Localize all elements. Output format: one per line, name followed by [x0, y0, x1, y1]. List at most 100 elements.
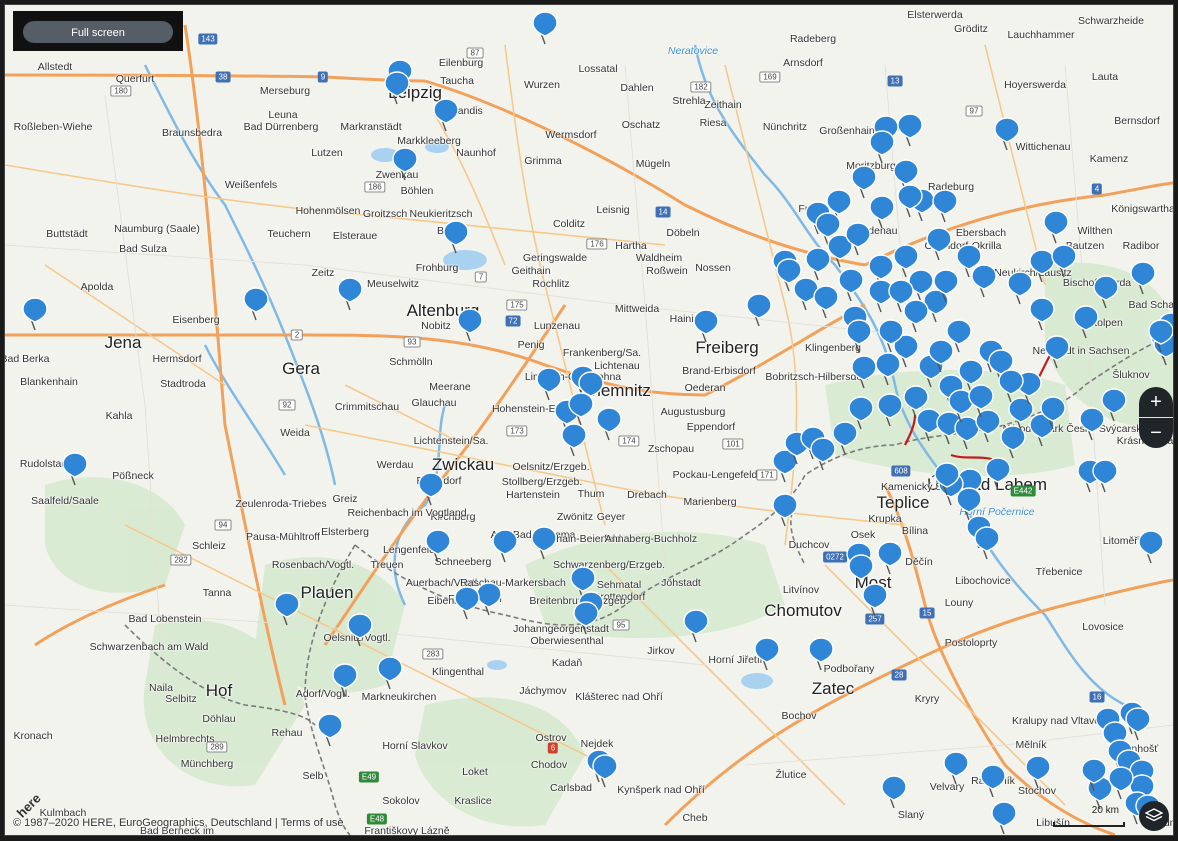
map-pin-marker[interactable] — [1130, 261, 1156, 295]
map-pin-marker[interactable] — [592, 754, 618, 788]
map-pin-marker[interactable] — [568, 392, 594, 426]
map-pin-marker[interactable] — [985, 457, 1011, 491]
map-pin-icon — [425, 529, 451, 563]
map-pin-icon — [418, 472, 444, 506]
map-pin-marker[interactable] — [1148, 319, 1173, 353]
map-pin-marker[interactable] — [425, 529, 451, 563]
fullscreen-button[interactable]: Full screen — [23, 21, 173, 43]
map-pin-marker[interactable] — [1125, 707, 1151, 741]
map-pin-icon — [968, 384, 994, 418]
map-pin-marker[interactable] — [851, 355, 877, 389]
map-pin-marker[interactable] — [573, 601, 599, 635]
map-pin-marker[interactable] — [1040, 396, 1066, 430]
map-pin-marker[interactable] — [596, 407, 622, 441]
map-pin-marker[interactable] — [881, 775, 907, 809]
map-pin-marker[interactable] — [337, 277, 363, 311]
map-pin-marker[interactable] — [22, 297, 48, 331]
map-pin-marker[interactable] — [274, 592, 300, 626]
map-pin-marker[interactable] — [1081, 758, 1107, 792]
map-pin-icon — [862, 583, 888, 617]
map-pin-marker[interactable] — [897, 113, 923, 147]
route-shield: 97 — [965, 105, 983, 117]
map-pin-marker[interactable] — [332, 663, 358, 697]
map-pin-marker[interactable] — [384, 71, 410, 105]
map-pin-marker[interactable] — [693, 309, 719, 343]
map-pin-marker[interactable] — [1044, 335, 1070, 369]
map-pin-marker[interactable] — [443, 220, 469, 254]
map-pin-marker[interactable] — [869, 195, 895, 229]
map-pin-marker[interactable] — [1138, 530, 1164, 564]
map-pin-icon — [851, 355, 877, 389]
map-pin-marker[interactable] — [243, 287, 269, 321]
map-pin-marker[interactable] — [1093, 275, 1119, 309]
map-pin-marker[interactable] — [1025, 755, 1051, 789]
map-pin-marker[interactable] — [943, 751, 969, 785]
map-pin-marker[interactable] — [845, 222, 871, 256]
zoom-in-button[interactable]: + — [1139, 387, 1173, 417]
map-pin-marker[interactable] — [561, 423, 587, 457]
map-pin-marker[interactable] — [683, 609, 709, 643]
map-pin-marker[interactable] — [392, 147, 418, 181]
map-pin-marker[interactable] — [317, 713, 343, 747]
map-pin-marker[interactable] — [888, 279, 914, 313]
map-pin-icon — [991, 801, 1017, 835]
map-pin-marker[interactable] — [377, 656, 403, 690]
map-pin-marker[interactable] — [980, 764, 1006, 798]
map-pin-icon — [531, 526, 557, 560]
map-pin-marker[interactable] — [746, 293, 772, 327]
map-pin-marker[interactable] — [877, 393, 903, 427]
map-pin-marker[interactable] — [813, 285, 839, 319]
map-pin-icon — [943, 751, 969, 785]
map-pin-marker[interactable] — [897, 184, 923, 218]
map-pin-icon — [536, 367, 562, 401]
map-pin-marker[interactable] — [531, 526, 557, 560]
map-pin-marker[interactable] — [893, 244, 919, 278]
map-pin-marker[interactable] — [536, 367, 562, 401]
map-pin-marker[interactable] — [991, 801, 1017, 835]
map-pin-marker[interactable] — [998, 369, 1024, 403]
copyright-text[interactable]: © 1987–2020 HERE, EuroGeographics, Deuts… — [13, 817, 344, 829]
map-pin-marker[interactable] — [457, 308, 483, 342]
map-pin-icon — [932, 189, 958, 223]
map-pin-marker[interactable] — [877, 541, 903, 575]
map-pin-marker[interactable] — [878, 319, 904, 353]
map-pin-marker[interactable] — [933, 269, 959, 303]
map-pin-marker[interactable] — [532, 11, 558, 45]
map-pin-marker[interactable] — [1043, 210, 1069, 244]
map-pin-marker[interactable] — [433, 98, 459, 132]
map-pin-marker[interactable] — [932, 189, 958, 223]
map-pin-marker[interactable] — [1073, 305, 1099, 339]
map-pin-marker[interactable] — [754, 637, 780, 671]
map-pin-marker[interactable] — [454, 586, 480, 620]
route-shield: 283 — [422, 648, 444, 660]
map-pin-marker[interactable] — [772, 493, 798, 527]
map-pin-icon — [869, 195, 895, 229]
map-pin-marker[interactable] — [1079, 407, 1105, 441]
map-pin-marker[interactable] — [928, 339, 954, 373]
map-pin-marker[interactable] — [971, 264, 997, 298]
map-pin-marker[interactable] — [862, 583, 888, 617]
map-pin-marker[interactable] — [851, 165, 877, 199]
map-pin-icon — [877, 541, 903, 575]
map-pin-icon — [893, 244, 919, 278]
map-pin-marker[interactable] — [805, 247, 831, 281]
map-pin-marker[interactable] — [968, 384, 994, 418]
map-pin-marker[interactable] — [808, 637, 834, 671]
map-canvas[interactable]: Leipzig Jena Gera Zwickau Chemnitz Freib… — [4, 4, 1174, 836]
map-pin-marker[interactable] — [418, 472, 444, 506]
map-pin-marker[interactable] — [347, 613, 373, 647]
map-pin-marker[interactable] — [492, 529, 518, 563]
map-pin-marker[interactable] — [848, 396, 874, 430]
map-pin-icon — [457, 308, 483, 342]
layers-button[interactable] — [1139, 801, 1169, 831]
map-pin-marker[interactable] — [838, 268, 864, 302]
map-pin-marker[interactable] — [62, 452, 88, 486]
map-pin-marker[interactable] — [994, 117, 1020, 151]
map-pin-icon — [1079, 407, 1105, 441]
map-pin-marker[interactable] — [974, 526, 1000, 560]
map-pin-marker[interactable] — [846, 319, 872, 353]
map-pin-marker[interactable] — [1092, 459, 1118, 493]
map-pin-marker[interactable] — [926, 227, 952, 261]
map-pin-marker[interactable] — [1051, 244, 1077, 278]
map-pin-marker[interactable] — [869, 130, 895, 164]
